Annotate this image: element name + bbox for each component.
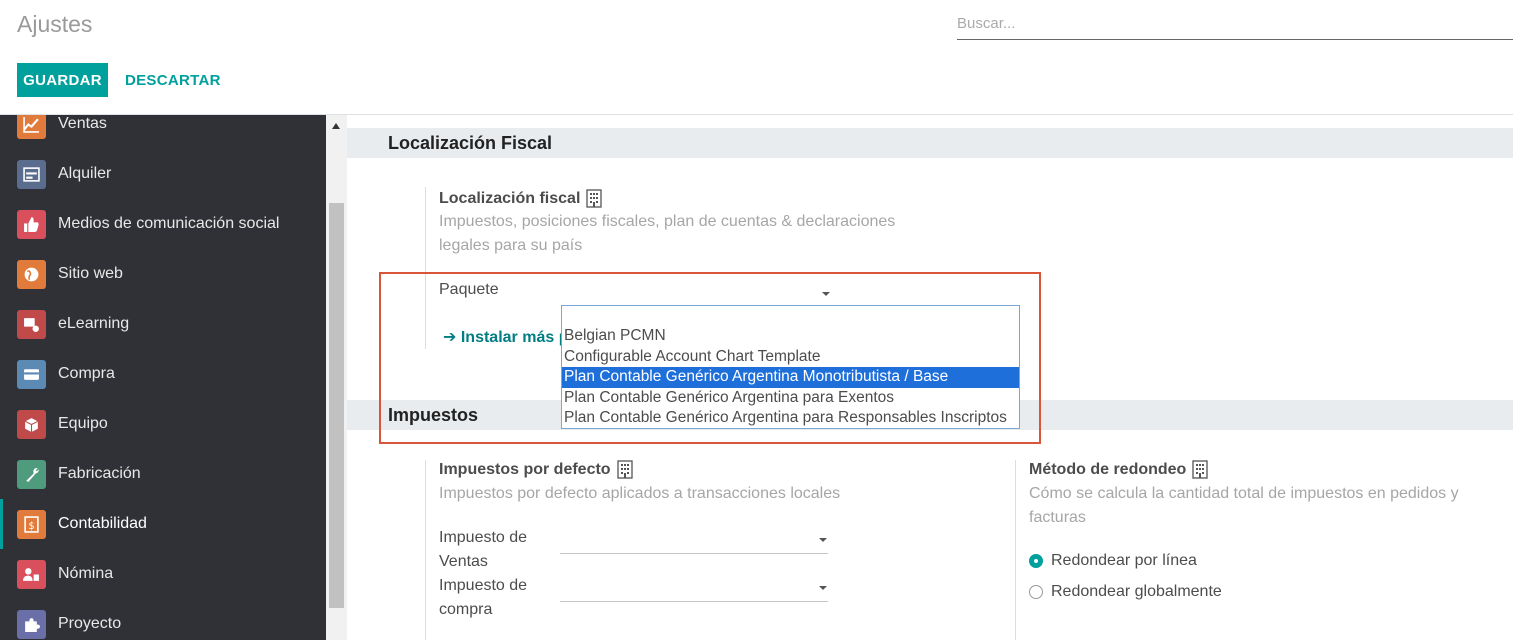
divider [1015, 460, 1016, 640]
discard-button[interactable]: DESCARTAR [117, 63, 229, 97]
sidebar-item-contabilidad[interactable]: $ Contabilidad [0, 499, 326, 549]
sidebar-item-label: Proyecto [58, 615, 122, 632]
chevron-down-icon[interactable] [819, 586, 827, 590]
radio-label: Redondear globalmente [1051, 583, 1222, 600]
sidebar-item-fabricacion[interactable]: Fabricación [0, 449, 326, 499]
sidebar-item-label: Ventas [58, 115, 107, 132]
radio-checked-icon[interactable] [1029, 554, 1043, 568]
chart-line-icon [17, 115, 46, 139]
sidebar-item-label: Sitio web [58, 265, 123, 282]
scroll-up-arrow-icon[interactable] [332, 123, 340, 129]
radio-round-globally[interactable]: Redondear globalmente [1029, 583, 1222, 601]
sidebar-item-label: eLearning [58, 315, 130, 332]
sidebar-item-nomina[interactable]: Nómina [0, 549, 326, 599]
sidebar-item-label: Contabilidad [58, 515, 147, 532]
puzzle-icon [17, 609, 46, 639]
wrench-icon [17, 459, 46, 489]
sidebar-item-elearning[interactable]: eLearning [0, 299, 326, 349]
description-line: Impuestos, posiciones fiscales, plan de … [439, 213, 896, 230]
sidebar-item-label: Nómina [58, 565, 114, 582]
description-line: Cómo se calcula la cantidad total de imp… [1029, 485, 1459, 502]
sidebar-item-proyecto[interactable]: Proyecto [0, 599, 326, 640]
sidebar-item-label: Alquiler [58, 165, 112, 182]
control-panel: Ajustes GUARDAR DESCARTAR [0, 0, 1513, 115]
setting-rounding-method: Método de redondeo [1029, 460, 1208, 479]
label-line: Impuesto de [439, 529, 528, 546]
label-line: Impuesto de [439, 577, 528, 594]
payroll-icon [17, 559, 46, 589]
company-building-icon [1192, 460, 1208, 479]
company-building-icon [586, 189, 603, 208]
search-input[interactable] [957, 8, 1513, 40]
label-line: Ventas [439, 553, 488, 570]
setting-title: Localización fiscal [439, 189, 581, 207]
sidebar-item-label: Equipo [58, 415, 108, 432]
box-icon [17, 409, 46, 439]
radio-unchecked-icon[interactable] [1029, 585, 1043, 599]
highlight-annotation [379, 272, 1041, 444]
setting-title: Método de redondeo [1029, 460, 1187, 478]
elearning-icon [17, 309, 46, 339]
setting-description: Cómo se calcula la cantidad total de imp… [1029, 482, 1459, 530]
invoice-icon: $ [17, 509, 46, 539]
thumbs-up-icon [17, 209, 46, 239]
sidebar-item-ventas[interactable]: Ventas [0, 115, 326, 149]
chevron-down-icon[interactable] [819, 538, 827, 542]
company-building-icon [616, 460, 633, 479]
divider [425, 460, 426, 640]
settings-app-sidebar: Ventas Alquiler Medios de comunicación s… [0, 115, 326, 640]
sidebar-item-alquiler[interactable]: Alquiler [0, 149, 326, 199]
label-line: compra [439, 601, 493, 618]
radio-round-per-line[interactable]: Redondear por línea [1029, 552, 1197, 570]
purchase-tax-label: Impuesto de compra [439, 574, 527, 622]
calendar-icon [17, 159, 46, 189]
scroll-thumb[interactable] [329, 203, 344, 608]
setting-fiscal-localization: Localización fiscal [439, 189, 603, 208]
description-line: legales para su país [439, 237, 583, 254]
sidebar-item-label: Medios de comunicación social [58, 215, 280, 232]
setting-description: Impuestos por defecto aplicados a transa… [439, 485, 841, 502]
credit-card-icon [17, 359, 46, 389]
sales-tax-select[interactable] [560, 553, 828, 554]
svg-text:$: $ [28, 520, 34, 531]
setting-title: Impuestos por defecto [439, 460, 611, 478]
purchase-tax-select[interactable] [560, 601, 828, 602]
sidebar-item-compra[interactable]: Compra [0, 349, 326, 399]
sales-tax-label: Impuesto de Ventas [439, 526, 527, 574]
sidebar-item-social-media[interactable]: Medios de comunicación social [0, 199, 326, 249]
globe-icon [17, 259, 46, 289]
save-button[interactable]: GUARDAR [17, 63, 108, 97]
radio-label: Redondear por línea [1051, 552, 1197, 569]
sidebar-item-label: Fabricación [58, 465, 141, 482]
setting-default-taxes: Impuestos por defecto [439, 460, 633, 479]
page-title: Ajustes [17, 11, 93, 37]
sidebar-item-equipo[interactable]: Equipo [0, 399, 326, 449]
sidebar-scrollbar[interactable] [326, 115, 347, 640]
sidebar-item-label: Compra [58, 365, 115, 382]
section-header-fiscal: Localización Fiscal [347, 128, 1513, 158]
description-line: facturas [1029, 509, 1086, 526]
setting-description: Impuestos, posiciones fiscales, plan de … [439, 210, 895, 258]
section-title: Localización Fiscal [388, 133, 553, 153]
sidebar-item-sitio-web[interactable]: Sitio web [0, 249, 326, 299]
